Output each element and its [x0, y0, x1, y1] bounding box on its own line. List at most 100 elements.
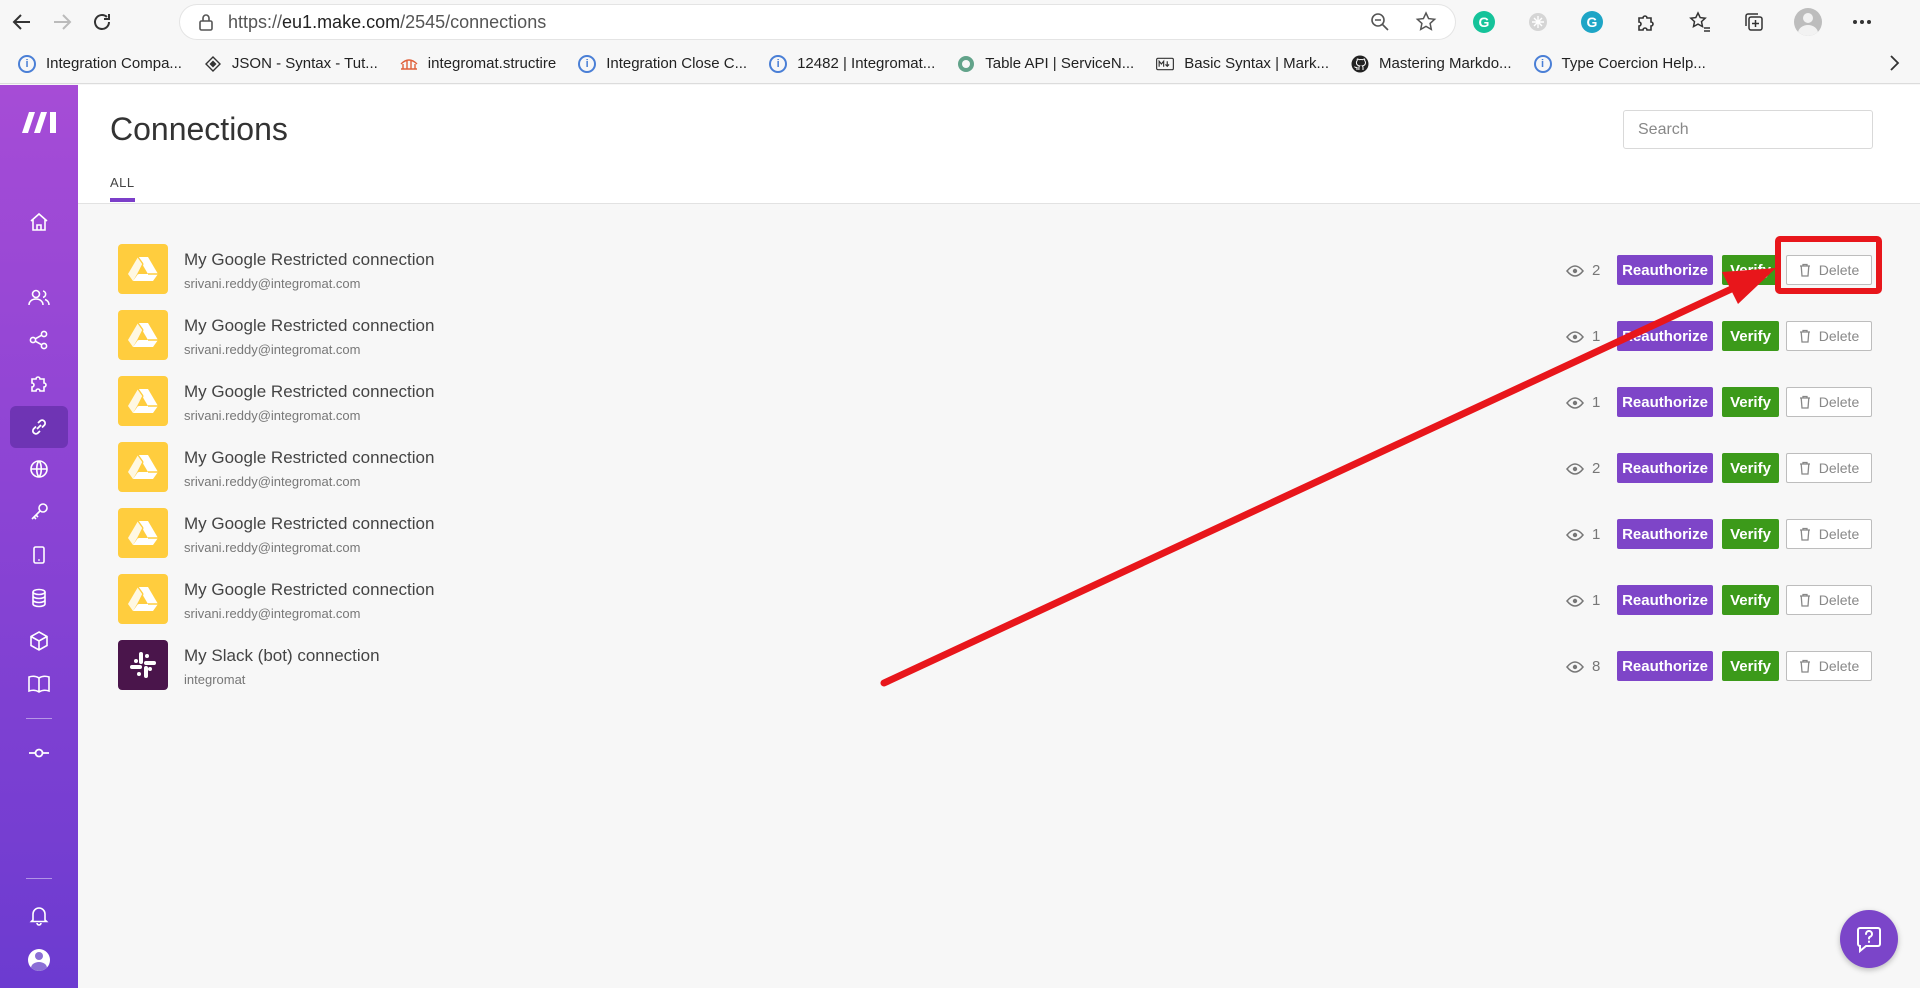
info-icon: i — [18, 54, 36, 73]
sidebar-item-keys[interactable] — [10, 491, 68, 533]
forward-button[interactable] — [44, 4, 80, 40]
favorite-star-icon[interactable] — [1415, 11, 1437, 38]
collections-icon[interactable] — [1740, 8, 1768, 36]
connection-name: My Google Restricted connection — [184, 316, 435, 335]
chevron-right-icon[interactable] — [1888, 54, 1900, 77]
bookmark-label: JSON - Syntax - Tut... — [231, 55, 378, 72]
zoom-icon[interactable] — [1369, 11, 1391, 38]
connection-account: srivani.reddy@integromat.com — [184, 606, 361, 621]
snowflake-extension-icon[interactable] — [1524, 8, 1552, 36]
sidebar-item-devices[interactable] — [10, 534, 68, 576]
bookmark-0[interactable]: i Integration Compa... — [18, 54, 182, 73]
view-count-value: 1 — [1592, 328, 1601, 345]
reload-button[interactable] — [84, 4, 120, 40]
sidebar-item-commit[interactable] — [10, 732, 68, 774]
make-logo-icon[interactable] — [20, 109, 60, 135]
bookmark-label: Integration Compa... — [46, 55, 182, 72]
verify-button[interactable]: Verify — [1722, 321, 1779, 351]
eye-icon — [1566, 528, 1584, 541]
more-menu-icon[interactable] — [1848, 8, 1876, 36]
bookmark-3[interactable]: i Integration Close C... — [578, 54, 748, 73]
reload-icon — [94, 14, 110, 30]
back-button[interactable] — [4, 4, 40, 40]
search-input[interactable] — [1623, 110, 1873, 149]
favorites-icon[interactable] — [1686, 8, 1714, 36]
connection-row-5: My Google Restricted connection srivani.… — [118, 574, 1872, 628]
bookmark-4[interactable]: i 12482 | Integromat... — [769, 54, 935, 73]
verify-button[interactable]: Verify — [1722, 519, 1779, 549]
view-count: 2 — [1566, 460, 1600, 477]
grammarly-go-icon[interactable]: G — [1578, 8, 1606, 36]
sidebar-item-data-structures[interactable] — [10, 620, 68, 662]
connection-name: My Slack (bot) connection — [184, 646, 380, 665]
bookmark-label: Integration Close C... — [606, 55, 748, 72]
annotation-highlight-box — [1775, 236, 1882, 294]
delete-button[interactable]: Delete — [1786, 387, 1872, 417]
bookmark-5[interactable]: Table API | ServiceN... — [957, 55, 1134, 73]
reauthorize-button[interactable]: Reauthorize — [1617, 387, 1713, 417]
globe-icon — [30, 460, 48, 478]
bookmark-6[interactable]: Basic Syntax | Mark... — [1156, 55, 1329, 73]
view-count: 1 — [1566, 592, 1600, 609]
view-count: 8 — [1566, 658, 1600, 675]
view-count-value: 2 — [1592, 262, 1601, 279]
user-avatar-icon — [28, 949, 50, 971]
reauthorize-button[interactable]: Reauthorize — [1617, 519, 1713, 549]
reauthorize-button[interactable]: Reauthorize — [1617, 651, 1713, 681]
sidebar-item-templates[interactable] — [10, 362, 68, 404]
profile-avatar[interactable] — [1794, 8, 1822, 36]
slack-icon — [118, 640, 168, 690]
sidebar-item-connections[interactable] — [10, 406, 68, 448]
verify-button[interactable]: Verify — [1722, 255, 1779, 285]
connection-account: srivani.reddy@integromat.com — [184, 540, 361, 555]
delete-button[interactable]: Delete — [1786, 321, 1872, 351]
url-path: /2545/connections — [400, 11, 547, 32]
profile-avatar-icon — [1794, 8, 1822, 36]
reauthorize-button[interactable]: Reauthorize — [1617, 453, 1713, 483]
sidebar-item-home[interactable] — [10, 201, 68, 243]
sidebar-item-webhooks[interactable] — [10, 448, 68, 490]
share-nodes-icon — [29, 330, 48, 350]
bookmark-2[interactable]: integromat.structire — [400, 55, 556, 73]
connection-row-2: My Google Restricted connection srivani.… — [118, 376, 1872, 430]
delete-button[interactable]: Delete — [1786, 585, 1872, 615]
connection-account: srivani.reddy@integromat.com — [184, 408, 361, 423]
tab-all[interactable]: ALL — [110, 175, 135, 202]
bookmark-label: Mastering Markdo... — [1379, 55, 1512, 72]
verify-button[interactable]: Verify — [1722, 651, 1779, 681]
sidebar-item-profile[interactable] — [10, 939, 68, 981]
connection-name: My Google Restricted connection — [184, 448, 435, 467]
extensions-puzzle-icon[interactable] — [1632, 8, 1660, 36]
sidebar-item-data-stores[interactable] — [10, 577, 68, 619]
delete-label: Delete — [1818, 460, 1860, 476]
view-count: 1 — [1566, 526, 1600, 543]
eye-icon — [1566, 594, 1584, 607]
trash-icon — [1799, 659, 1810, 673]
trash-icon — [1799, 461, 1810, 475]
reauthorize-button[interactable]: Reauthorize — [1617, 255, 1713, 285]
verify-button[interactable]: Verify — [1722, 585, 1779, 615]
sidebar-item-scenarios[interactable] — [10, 319, 68, 361]
sidebar-item-team[interactable] — [10, 277, 68, 319]
reauthorize-button[interactable]: Reauthorize — [1617, 585, 1713, 615]
address-bar[interactable]: https://eu1.make.com/2545/connections — [180, 5, 1455, 39]
arrow-right-icon — [54, 14, 72, 30]
delete-label: Delete — [1818, 592, 1860, 608]
bookmark-8[interactable]: i Type Coercion Help... — [1533, 54, 1706, 73]
view-count-value: 2 — [1592, 460, 1601, 477]
verify-button[interactable]: Verify — [1722, 387, 1779, 417]
connection-account: srivani.reddy@integromat.com — [184, 342, 361, 357]
bookmark-7[interactable]: Mastering Markdo... — [1351, 55, 1512, 73]
verify-button[interactable]: Verify — [1722, 453, 1779, 483]
delete-button[interactable]: Delete — [1786, 453, 1872, 483]
delete-button[interactable]: Delete — [1786, 651, 1872, 681]
grammarly-icon[interactable]: G — [1470, 8, 1498, 36]
delete-button[interactable]: Delete — [1786, 519, 1872, 549]
sidebar-item-docs[interactable] — [10, 663, 68, 705]
help-chat-button[interactable] — [1840, 910, 1898, 968]
bookmark-1[interactable]: JSON - Syntax - Tut... — [204, 55, 378, 73]
sidebar-item-notifications[interactable] — [10, 894, 68, 936]
connection-name: My Google Restricted connection — [184, 250, 435, 269]
arrow-left-icon — [12, 14, 30, 30]
reauthorize-button[interactable]: Reauthorize — [1617, 321, 1713, 351]
